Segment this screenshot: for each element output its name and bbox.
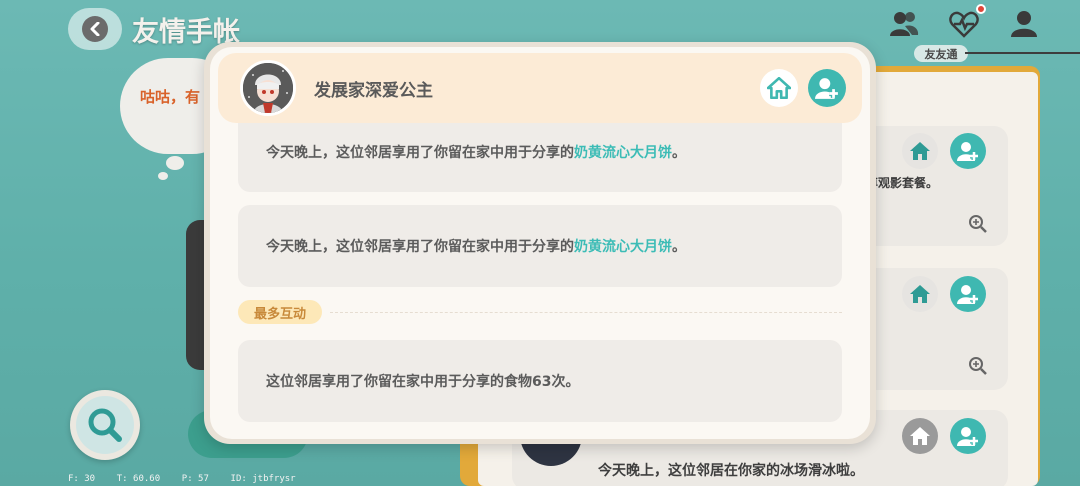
username: 发展家深爱公主 (314, 81, 433, 101)
add-friend-button[interactable] (950, 276, 986, 312)
add-friend-button[interactable] (950, 133, 986, 169)
add-friend-button[interactable] (808, 69, 846, 107)
message-card: 今天晚上，这位邻居享用了你留在家中用于分享的 奶黄流心大月饼。 (238, 123, 842, 192)
most-interaction-card: 这位邻居享用了你留在家中用于分享的食物63次。 (238, 340, 842, 422)
message-text: 今天晚上，这位邻居享用了你留在家中用于分享的 奶黄流心大月饼。 (266, 123, 686, 192)
message-highlight: 奶黄流心大月饼 (574, 144, 672, 161)
message-suffix: 。 (672, 144, 686, 161)
home-icon (767, 77, 791, 99)
add-user-icon (815, 78, 838, 99)
message-text: 今天晚上，这位邻居享用了你留在家中用于分享的 奶黄流心大月饼。 (266, 205, 686, 287)
zoom-in-icon[interactable] (968, 356, 988, 376)
home-button[interactable] (902, 276, 938, 312)
message-prefix: 今天晚上，这位邻居享用了你留在家中用于分享的 (266, 239, 574, 255)
list-item-text: 尊观影套餐。 (866, 176, 939, 190)
home-button[interactable] (902, 133, 938, 169)
most-interaction-text: 这位邻居享用了你留在家中用于分享的食物63次。 (266, 374, 580, 390)
modal-content[interactable]: 今天晚上，这位邻居享用了你留在家中用于分享的 奶黄流心大月饼。 今天晚上，这位邻居… (210, 123, 870, 439)
chevron-left-icon (82, 16, 108, 42)
home-icon (910, 427, 930, 445)
debug-info: F: 30 T: 60.60 P: 57 ID: jtbfrysr (68, 474, 296, 484)
message-suffix: 。 (672, 239, 686, 255)
message-card: 今天晚上，这位邻居享用了你留在家中用于分享的 奶黄流心大月饼。 (238, 205, 842, 287)
top-tab-label[interactable]: 友友通 (914, 45, 968, 62)
home-button[interactable] (902, 418, 938, 454)
add-user-icon (957, 285, 978, 304)
friend-detail-modal: 发展家深爱公主 今天晚上，这位邻居享用了你留在家中用于分享的 奶黄流心大月饼。 今… (210, 47, 870, 439)
message-highlight: 奶黄流心大月饼 (574, 239, 672, 255)
search-button[interactable] (70, 390, 140, 460)
home-icon (910, 285, 930, 303)
list-item-text: 今天晚上，这位邻居在你家的冰场滑冰啦。 (598, 463, 864, 479)
section-label: 最多互动 (238, 300, 323, 324)
add-user-icon (957, 142, 978, 161)
search-icon (76, 396, 134, 454)
people-icon[interactable] (888, 8, 920, 40)
zoom-in-icon[interactable] (968, 214, 988, 234)
modal-header: 发展家深爱公主 (218, 53, 862, 123)
user-icon[interactable] (1008, 8, 1040, 40)
home-icon (910, 142, 930, 160)
thought-text: 咕咕，有 (140, 88, 201, 106)
message-prefix: 今天晚上，这位邻居享用了你留在家中用于分享的 (266, 144, 574, 161)
top-icon-group (888, 4, 1040, 40)
add-friend-button[interactable] (950, 418, 986, 454)
section-divider (330, 312, 842, 313)
divider (965, 52, 1080, 54)
visit-home-button[interactable] (760, 69, 798, 107)
thought-dot (158, 172, 168, 180)
avatar[interactable] (240, 60, 296, 116)
notification-badge (976, 4, 986, 14)
add-user-icon (957, 427, 978, 446)
thought-dot (166, 156, 184, 170)
back-button[interactable] (68, 8, 122, 50)
heartbeat-icon[interactable] (948, 4, 986, 40)
